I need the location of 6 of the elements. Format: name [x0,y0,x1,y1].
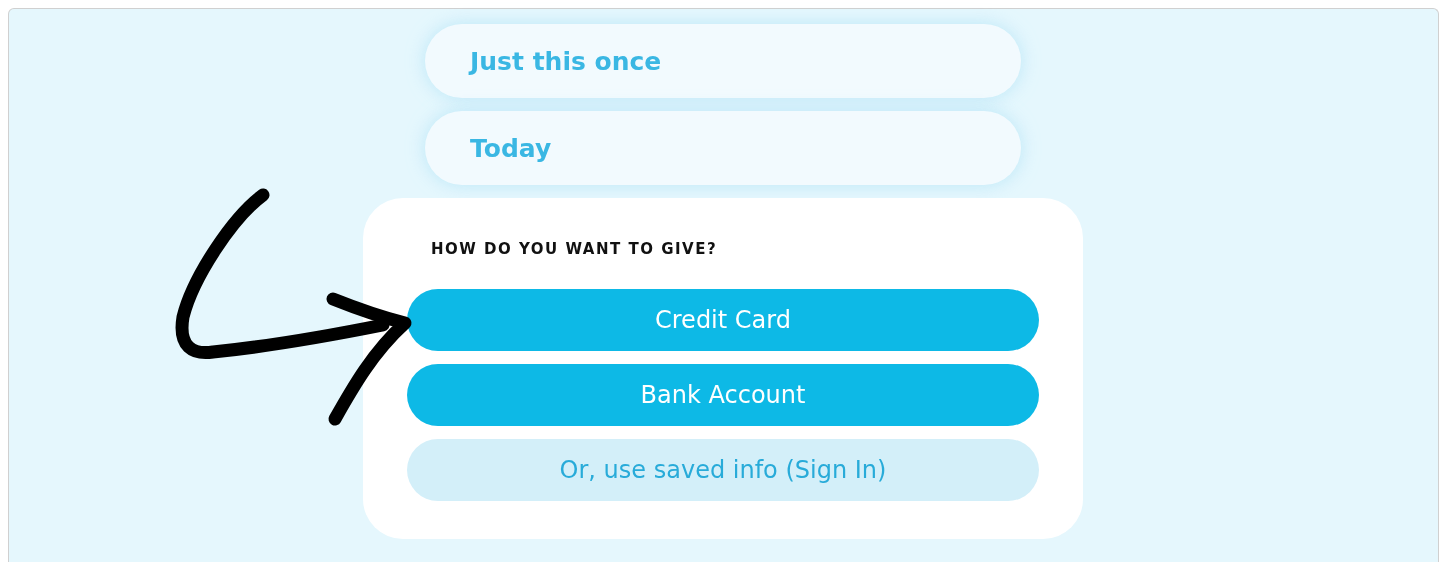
frequency-option[interactable]: Just this once [425,24,1021,98]
payment-method-button[interactable]: Bank Account [407,364,1039,426]
payment-method-button[interactable]: Or, use saved info (Sign In) [407,439,1039,501]
card-heading: HOW DO YOU WANT TO GIVE? [430,240,719,258]
payment-method-button[interactable]: Credit Card [407,289,1039,351]
frequency-option[interactable]: Today [425,111,1021,185]
